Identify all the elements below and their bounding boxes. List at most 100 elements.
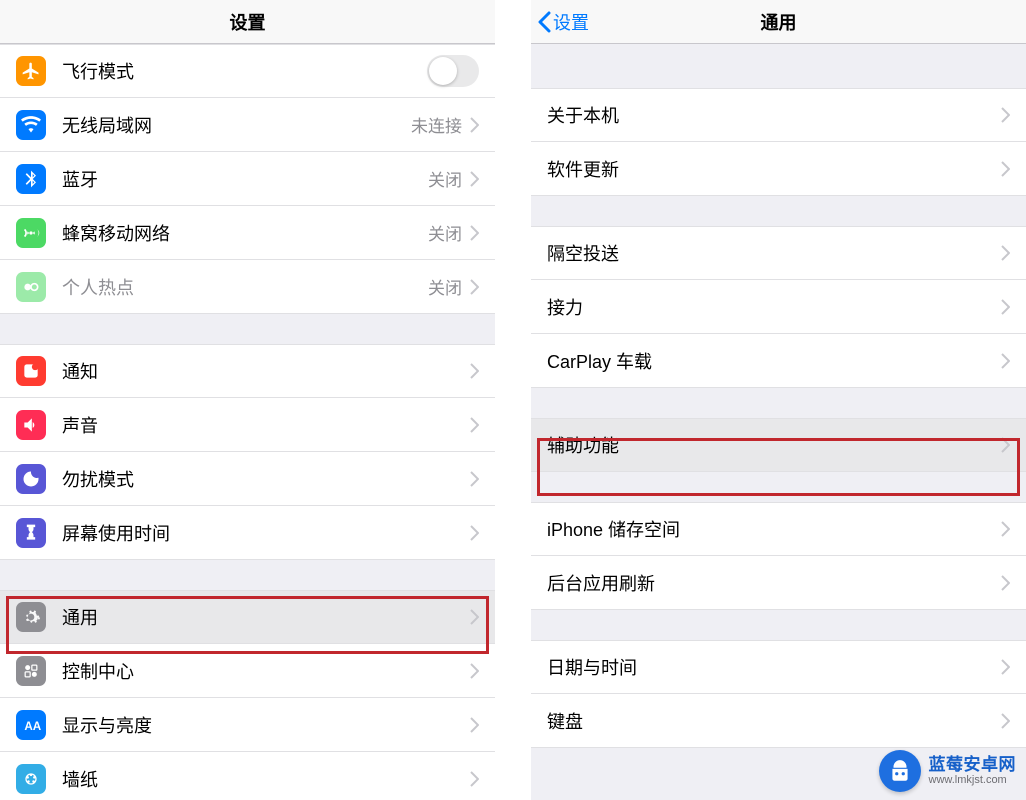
settings-group-general: 通用 控制中心 AA 显示与亮度 墙纸 <box>0 590 495 800</box>
bluetooth-icon <box>16 164 46 194</box>
row-carplay[interactable]: CarPlay 车载 <box>531 334 1026 388</box>
row-airdrop[interactable]: 隔空投送 <box>531 226 1026 280</box>
row-label: 辅助功能 <box>547 432 1001 458</box>
row-controlcenter[interactable]: 控制中心 <box>0 644 495 698</box>
watermark: 蓝莓安卓网 www.lmkjst.com <box>879 750 1017 792</box>
chevron-right-icon <box>470 609 479 625</box>
chevron-right-icon <box>1001 575 1010 591</box>
chevron-right-icon <box>470 471 479 487</box>
row-label: 墙纸 <box>62 766 470 792</box>
watermark-url: www.lmkjst.com <box>929 774 1017 786</box>
row-bluetooth[interactable]: 蓝牙 关闭 <box>0 152 495 206</box>
general-group-4: iPhone 储存空间 后台应用刷新 <box>531 502 1026 610</box>
chevron-right-icon <box>1001 299 1010 315</box>
display-icon: AA <box>16 710 46 740</box>
row-accessibility[interactable]: 辅助功能 <box>531 418 1026 472</box>
row-notifications[interactable]: 通知 <box>0 344 495 398</box>
chevron-right-icon <box>1001 107 1010 123</box>
chevron-right-icon <box>470 663 479 679</box>
general-group-5: 日期与时间 键盘 <box>531 640 1026 748</box>
row-iphone-storage[interactable]: iPhone 储存空间 <box>531 502 1026 556</box>
screentime-icon <box>16 518 46 548</box>
row-label: 个人热点 <box>62 274 428 300</box>
back-label: 设置 <box>553 9 589 35</box>
chevron-right-icon <box>470 771 479 787</box>
row-label: 隔空投送 <box>547 240 1001 266</box>
row-label: 蓝牙 <box>62 166 428 192</box>
airplane-toggle[interactable] <box>427 55 479 87</box>
wifi-icon <box>16 110 46 140</box>
row-label: 关于本机 <box>547 102 1001 128</box>
general-panel: 设置 通用 关于本机 软件更新 隔空投送 接力 <box>531 0 1026 800</box>
row-value: 关闭 <box>428 166 462 191</box>
chevron-right-icon <box>470 225 479 241</box>
navbar-general: 设置 通用 <box>531 0 1026 44</box>
notifications-icon <box>16 356 46 386</box>
page-title: 设置 <box>230 9 266 35</box>
row-label: 控制中心 <box>62 658 470 684</box>
row-label: 键盘 <box>547 708 1001 734</box>
row-label: CarPlay 车载 <box>547 348 1001 374</box>
row-label: 勿扰模式 <box>62 466 470 492</box>
dnd-icon <box>16 464 46 494</box>
chevron-right-icon <box>470 117 479 133</box>
row-wifi[interactable]: 无线局域网 未连接 <box>0 98 495 152</box>
chevron-right-icon <box>470 279 479 295</box>
row-label: 日期与时间 <box>547 654 1001 680</box>
row-date-time[interactable]: 日期与时间 <box>531 640 1026 694</box>
chevron-right-icon <box>1001 521 1010 537</box>
sounds-icon <box>16 410 46 440</box>
row-cellular[interactable]: 蜂窝移动网络 关闭 <box>0 206 495 260</box>
navbar-settings: 设置 <box>0 0 495 44</box>
chevron-right-icon <box>1001 713 1010 729</box>
back-button[interactable]: 设置 <box>537 0 589 44</box>
row-value: 关闭 <box>428 274 462 299</box>
row-screentime[interactable]: 屏幕使用时间 <box>0 506 495 560</box>
row-dnd[interactable]: 勿扰模式 <box>0 452 495 506</box>
page-title: 通用 <box>761 9 797 35</box>
row-wallpaper[interactable]: 墙纸 <box>0 752 495 800</box>
chevron-right-icon <box>1001 245 1010 261</box>
row-label: 声音 <box>62 412 470 438</box>
chevron-right-icon <box>1001 161 1010 177</box>
chevron-right-icon <box>1001 659 1010 675</box>
row-label: 后台应用刷新 <box>547 570 1001 596</box>
watermark-logo-icon <box>879 750 921 792</box>
row-label: 显示与亮度 <box>62 712 470 738</box>
row-label: 蜂窝移动网络 <box>62 220 428 246</box>
chevron-right-icon <box>470 417 479 433</box>
settings-group-connectivity: 飞行模式 无线局域网 未连接 蓝牙 关闭 蜂窝移动网络 关闭 <box>0 44 495 314</box>
wallpaper-icon <box>16 764 46 794</box>
row-about[interactable]: 关于本机 <box>531 88 1026 142</box>
general-group-3: 辅助功能 <box>531 418 1026 472</box>
row-value: 未连接 <box>411 112 462 137</box>
row-value: 关闭 <box>428 220 462 245</box>
watermark-name: 蓝莓安卓网 <box>929 756 1017 775</box>
svg-text:AA: AA <box>24 720 41 733</box>
row-software-update[interactable]: 软件更新 <box>531 142 1026 196</box>
general-group-2: 隔空投送 接力 CarPlay 车载 <box>531 226 1026 388</box>
row-label: 屏幕使用时间 <box>62 520 470 546</box>
chevron-right-icon <box>470 717 479 733</box>
row-airplane-mode[interactable]: 飞行模式 <box>0 44 495 98</box>
general-icon <box>16 602 46 632</box>
row-label: 通知 <box>62 358 470 384</box>
row-keyboard[interactable]: 键盘 <box>531 694 1026 748</box>
settings-panel: 设置 飞行模式 无线局域网 未连接 蓝牙 关闭 <box>0 0 495 800</box>
row-hotspot[interactable]: 个人热点 关闭 <box>0 260 495 314</box>
row-label: 无线局域网 <box>62 112 411 138</box>
row-general[interactable]: 通用 <box>0 590 495 644</box>
row-display[interactable]: AA 显示与亮度 <box>0 698 495 752</box>
row-background-refresh[interactable]: 后台应用刷新 <box>531 556 1026 610</box>
row-label: 软件更新 <box>547 156 1001 182</box>
cellular-icon <box>16 218 46 248</box>
row-label: 接力 <box>547 294 1001 320</box>
row-handoff[interactable]: 接力 <box>531 280 1026 334</box>
chevron-right-icon <box>470 525 479 541</box>
controlcenter-icon <box>16 656 46 686</box>
row-label: 飞行模式 <box>62 58 427 84</box>
settings-group-notifications: 通知 声音 勿扰模式 屏幕使用时间 <box>0 344 495 560</box>
row-sounds[interactable]: 声音 <box>0 398 495 452</box>
airplane-icon <box>16 56 46 86</box>
chevron-right-icon <box>470 363 479 379</box>
